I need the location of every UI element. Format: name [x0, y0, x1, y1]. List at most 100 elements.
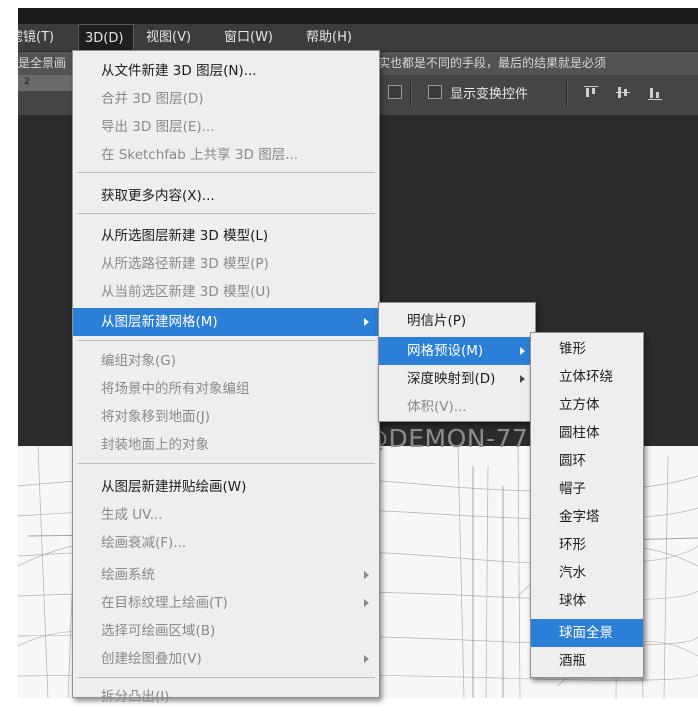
menu-item-export-3d-layer: 导出 3D 图层(E)... [73, 113, 379, 141]
menu-item-label: 绘画衰减(F)... [101, 535, 187, 551]
menu-item-label: 合并 3D 图层(D) [101, 91, 204, 107]
menu-item-label: 帽子 [559, 481, 586, 497]
menu-item-move-object-to-ground: 将对象移到地面(J) [73, 403, 379, 431]
menu-item-label: 封装地面上的对象 [101, 437, 209, 453]
menu-item-label: 汽水 [559, 565, 586, 581]
show-transform-label: 显示变换控件 [450, 87, 529, 102]
menu-item-label: 创建绘图叠加(V) [101, 651, 202, 667]
menu-item-label: 环形 [559, 537, 586, 553]
ruler-label: 2 [24, 77, 30, 87]
menu-item-label: 明信片(P) [407, 313, 467, 329]
menu-item-create-painting-overlay: 创建绘图叠加(V) [73, 645, 379, 673]
new-mesh-submenu: 明信片(P) 网格预设(M) 深度映射到(D) 体积(V)... [378, 302, 536, 422]
mesh-preset-submenu: 锥形 立体环绕 立方体 圆柱体 圆环 帽子 金字塔 环形 汽水 球体 球面全景 … [530, 332, 644, 678]
menu-item-paint-falloff: 绘画衰减(F)... [73, 529, 379, 557]
menu-item-label: 获取更多内容(X)... [101, 188, 215, 204]
menu-item-label: 球面全景 [559, 625, 613, 641]
menu-item-label: 球体 [559, 593, 586, 609]
menu-item-split-extrusion: 拆分凸出(I) [73, 683, 379, 711]
menu-view[interactable]: 视图(V) [140, 24, 197, 51]
menu-item-label: 网格预设(M) [407, 343, 484, 359]
menu-item-label: 从文件新建 3D 图层(N)... [101, 63, 257, 79]
menu-item-group-all-scene-objects: 将场景中的所有对象编组 [73, 375, 379, 403]
menu-item-label: 圆环 [559, 453, 586, 469]
menu-filter[interactable]: 滤镜(T) [18, 24, 60, 51]
menu-item-hat[interactable]: 帽子 [531, 475, 643, 503]
menu-item-mesh-preset[interactable]: 网格预设(M) [379, 337, 535, 365]
menu-item-cylinder[interactable]: 圆柱体 [531, 419, 643, 447]
menu-item-new-tiled-painting[interactable]: 从图层新建拼贴绘画(W) [73, 473, 379, 501]
menu-item-wine-bottle[interactable]: 酒瓶 [531, 647, 643, 675]
menu-item-label: 从图层新建网格(M) [101, 314, 218, 330]
menu-item-pyramid[interactable]: 金字塔 [531, 503, 643, 531]
menu-item-paint-system: 绘画系统 [73, 561, 379, 589]
menu-item-spherical-panorama[interactable]: 球面全景 [531, 619, 643, 647]
menu-item-ring[interactable]: 环形 [531, 531, 643, 559]
menu-item-cone[interactable]: 锥形 [531, 335, 643, 363]
menu-separator [77, 463, 375, 464]
menu-separator [77, 172, 375, 173]
submenu-arrow-icon [520, 375, 525, 383]
menu-item-label: 酒瓶 [559, 653, 586, 669]
menu-item-generate-uv: 生成 UV... [73, 501, 379, 529]
menu-item-label: 编组对象(G) [101, 353, 176, 369]
options-divider [410, 81, 412, 107]
menu-item-label: 绘画系统 [101, 567, 155, 583]
submenu-arrow-icon [364, 318, 369, 326]
menu-item-new-3d-from-path: 从所选路径新建 3D 模型(P) [73, 250, 379, 278]
menu-item-new-mesh-from-layer[interactable]: 从图层新建网格(M) [73, 308, 379, 336]
menu-item-soda-can[interactable]: 汽水 [531, 559, 643, 587]
watermark: @DEMON-77 [363, 424, 529, 453]
align-bottom-icon[interactable] [648, 86, 662, 100]
menu-item-label: 从所选路径新建 3D 模型(P) [101, 256, 269, 272]
menu-item-label: 立体环绕 [559, 369, 613, 385]
menu-item-share-sketchfab: 在 Sketchfab 上共享 3D 图层... [73, 141, 379, 169]
title-strip [18, 8, 698, 24]
document-tab-left-text[interactable]: 是全景画 [18, 52, 66, 75]
ruler: 2 [18, 75, 78, 91]
menu-item-label: 在目标纹理上绘画(T) [101, 595, 228, 611]
menu-item-label: 导出 3D 图层(E)... [101, 119, 215, 135]
menu-item-label: 选择可绘画区域(B) [101, 623, 216, 639]
menu-item-sphere[interactable]: 球体 [531, 587, 643, 615]
menu-item-new-3d-from-selection: 从当前选区新建 3D 模型(U) [73, 278, 379, 306]
menu-item-group-objects: 编组对象(G) [73, 347, 379, 375]
menu-item-paint-on-target-texture: 在目标纹理上绘画(T) [73, 589, 379, 617]
menu-item-new-3d-layer-from-file[interactable]: 从文件新建 3D 图层(N)... [73, 57, 379, 85]
menu-item-label: 拆分凸出(I) [101, 689, 170, 705]
menu-item-cube[interactable]: 立方体 [531, 391, 643, 419]
menu-item-select-paintable-area: 选择可绘画区域(B) [73, 617, 379, 645]
menu-item-postcard[interactable]: 明信片(P) [379, 307, 535, 335]
options-divider [566, 81, 568, 107]
menu-item-label: 从当前选区新建 3D 模型(U) [101, 284, 271, 300]
menu-item-new-3d-from-layer[interactable]: 从所选图层新建 3D 模型(L) [73, 222, 379, 250]
menu-help[interactable]: 帮助(H) [300, 24, 358, 51]
menu-item-donut[interactable]: 圆环 [531, 447, 643, 475]
menu-3d[interactable]: 3D(D) [78, 24, 134, 51]
menu-item-label: 金字塔 [559, 509, 600, 525]
align-vertical-center-icon[interactable] [616, 86, 630, 100]
menu-item-cube-wrap[interactable]: 立体环绕 [531, 363, 643, 391]
menu-item-label: 生成 UV... [101, 507, 163, 523]
menu-item-volume: 体积(V)... [379, 393, 535, 421]
menu-separator [77, 340, 375, 341]
menu-item-label: 将对象移到地面(J) [101, 409, 211, 425]
menu-bar: 滤镜(T) 3D(D) 视图(V) 窗口(W) 帮助(H) [18, 24, 698, 52]
menu-item-label: 深度映射到(D) [407, 371, 496, 387]
show-transform-checkbox[interactable] [428, 85, 442, 99]
align-top-icon[interactable] [584, 86, 598, 100]
menu-item-label: 从图层新建拼贴绘画(W) [101, 479, 247, 495]
submenu-arrow-icon [364, 655, 369, 663]
menu-item-label: 立方体 [559, 397, 600, 413]
menu-item-label: 圆柱体 [559, 425, 600, 441]
submenu-arrow-icon [520, 347, 525, 355]
menu-item-get-more-content[interactable]: 获取更多内容(X)... [73, 182, 379, 210]
options-button[interactable] [388, 85, 402, 99]
menu-separator [77, 213, 375, 214]
menu-window[interactable]: 窗口(W) [218, 24, 279, 51]
submenu-arrow-icon [364, 599, 369, 607]
menu-item-label: 在 Sketchfab 上共享 3D 图层... [101, 147, 299, 163]
menu-item-depth-map-to[interactable]: 深度映射到(D) [379, 365, 535, 393]
menu-separator [77, 677, 375, 678]
menu-item-label: 锥形 [559, 341, 586, 357]
